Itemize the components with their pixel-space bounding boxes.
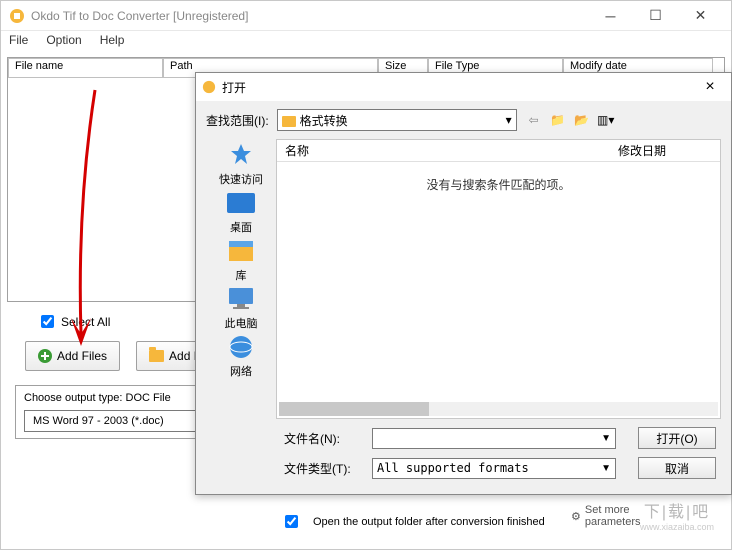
filename-label: 文件名(N):	[284, 430, 362, 447]
empty-message: 没有与搜索条件匹配的项。	[277, 162, 720, 207]
set-more-parameters-link[interactable]: ⚙ Set more parameters	[571, 504, 641, 528]
file-open-dialog: 打开 × 查找范围(I): 格式转换 ▾ ⇦ 📁 📂 ▥▾ 快速访问 桌面	[195, 72, 732, 495]
open-button[interactable]: 打开(O)	[638, 427, 716, 449]
add-files-button[interactable]: Add Files	[25, 341, 120, 371]
minimize-button[interactable]: ─	[588, 2, 633, 30]
filetype-select[interactable]: All supported formats ▼	[372, 458, 616, 479]
network-icon	[225, 334, 257, 360]
dialog-app-icon	[202, 80, 216, 94]
sidebar-item-quick-access[interactable]: 快速访问	[219, 141, 263, 187]
sidebar-item-libraries[interactable]: 库	[224, 237, 258, 283]
chevron-down-icon: ▼	[601, 433, 611, 444]
star-icon	[226, 141, 256, 169]
view-menu-icon[interactable]: ▥▾	[597, 111, 615, 129]
open-after-checkbox[interactable]	[285, 515, 298, 528]
look-in-combo[interactable]: 格式转换 ▾	[277, 109, 517, 131]
open-after-label: Open the output folder after conversion …	[313, 516, 545, 528]
output-type-select[interactable]: MS Word 97 - 2003 (*.doc)	[24, 410, 224, 432]
add-files-label: Add Files	[57, 349, 107, 363]
app-icon	[9, 8, 25, 24]
col-filename[interactable]: File name	[8, 58, 163, 78]
dialog-titlebar: 打开 ×	[196, 73, 731, 101]
menu-help[interactable]: Help	[100, 33, 125, 49]
up-folder-icon[interactable]: 📁	[549, 111, 567, 129]
window-title: Okdo Tif to Doc Converter [Unregistered]	[31, 9, 588, 23]
folder-icon	[282, 116, 296, 127]
watermark: 下|载|吧 www.xiazaiba.com	[640, 498, 714, 532]
browser-col-name[interactable]: 名称	[277, 140, 610, 161]
filetype-label: 文件类型(T):	[284, 460, 362, 477]
menubar: File Option Help	[1, 31, 731, 51]
horizontal-scrollbar[interactable]	[279, 402, 718, 416]
sidebar-item-network[interactable]: 网络	[224, 333, 258, 379]
gear-icon: ⚙	[571, 510, 581, 523]
close-button[interactable]: ✕	[678, 2, 723, 30]
pc-icon	[225, 286, 257, 312]
plus-icon	[38, 349, 52, 363]
select-all-checkbox[interactable]: Select All	[37, 312, 110, 331]
dialog-close-button[interactable]: ×	[695, 78, 725, 96]
select-all-input[interactable]	[41, 315, 54, 328]
filename-input[interactable]: ▼	[372, 428, 616, 449]
file-browser[interactable]: 名称 修改日期 没有与搜索条件匹配的项。	[276, 139, 721, 419]
cancel-button[interactable]: 取消	[638, 457, 716, 479]
titlebar: Okdo Tif to Doc Converter [Unregistered]…	[1, 1, 731, 31]
back-icon[interactable]: ⇦	[525, 111, 543, 129]
select-all-label: Select All	[61, 315, 110, 329]
menu-option[interactable]: Option	[46, 33, 81, 49]
browser-col-date[interactable]: 修改日期	[610, 140, 720, 161]
look-in-label: 查找范围(I):	[206, 112, 269, 129]
maximize-button[interactable]: ☐	[633, 2, 678, 30]
chevron-down-icon: ▾	[506, 113, 512, 127]
chevron-down-icon: ▼	[601, 463, 611, 474]
new-folder-icon[interactable]: 📂	[573, 111, 591, 129]
sidebar-item-this-pc[interactable]: 此电脑	[224, 285, 258, 331]
menu-file[interactable]: File	[9, 33, 28, 49]
desktop-icon	[225, 191, 257, 215]
sidebar-item-desktop[interactable]: 桌面	[224, 189, 258, 235]
dialog-title: 打开	[222, 79, 695, 96]
library-icon	[226, 238, 256, 264]
folder-icon	[149, 350, 164, 362]
places-sidebar: 快速访问 桌面 库 此电脑 网络	[206, 139, 276, 419]
